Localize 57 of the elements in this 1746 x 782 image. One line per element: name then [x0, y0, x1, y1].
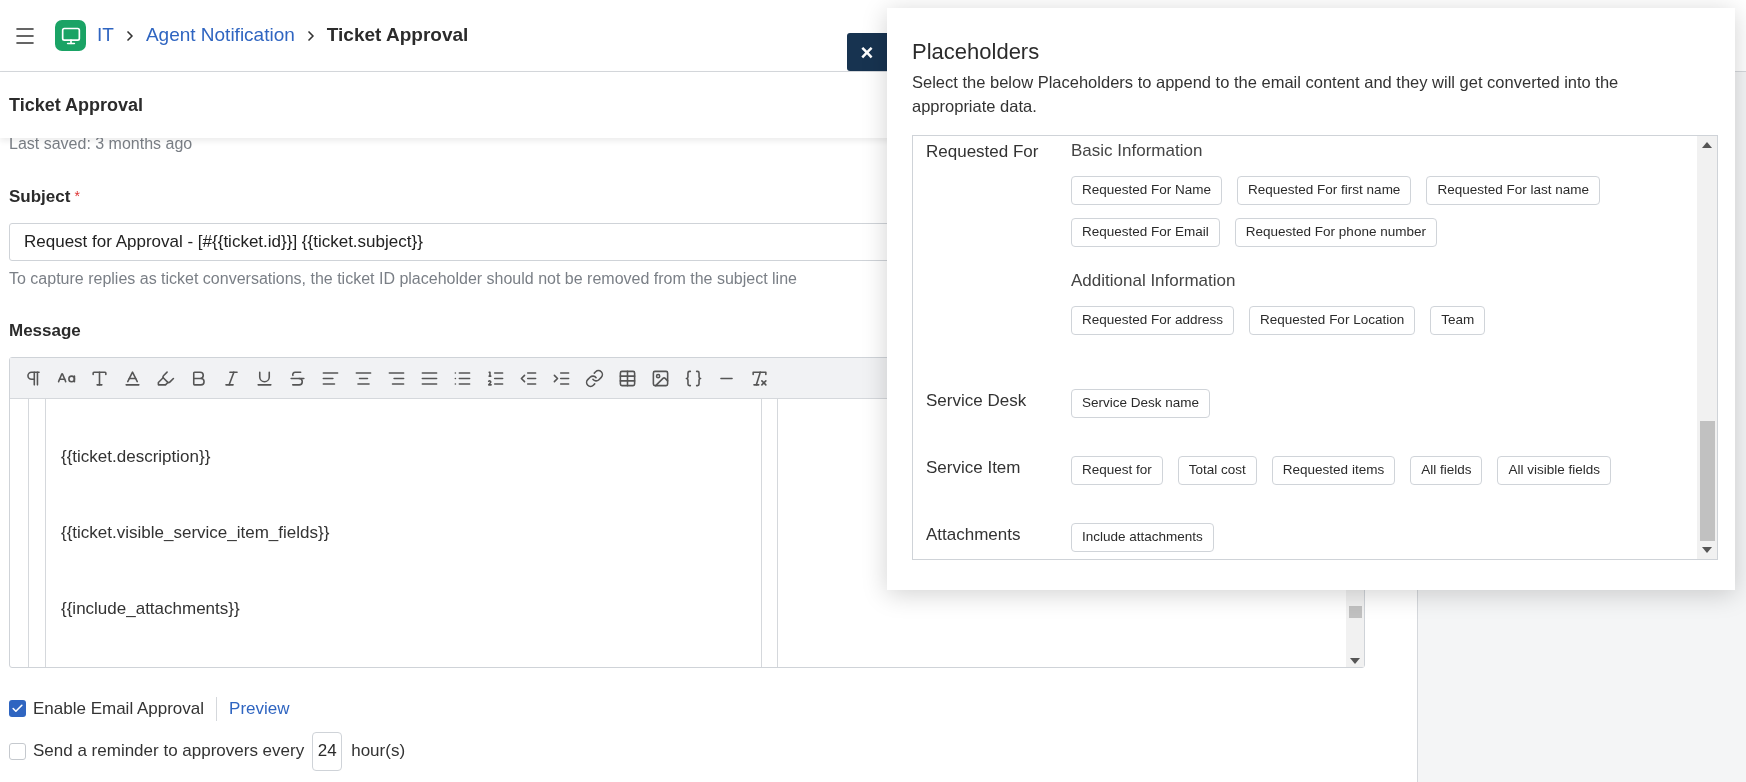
- breadcrumb-link[interactable]: Agent Notification: [145, 21, 295, 50]
- placeholder-chip[interactable]: Requested items: [1271, 456, 1396, 485]
- table-icon[interactable]: [618, 368, 637, 388]
- preview-link[interactable]: Preview: [229, 696, 290, 722]
- checkbox[interactable]: [9, 742, 26, 760]
- placeholder-chip[interactable]: Requested For Location: [1249, 306, 1416, 335]
- strikethrough-icon[interactable]: [288, 368, 307, 388]
- image-icon[interactable]: [651, 368, 670, 388]
- checkbox[interactable]: [9, 700, 26, 718]
- placeholder-chip[interactable]: Requested For address: [1071, 306, 1235, 335]
- clear-format-icon[interactable]: [750, 368, 769, 388]
- placeholder-chip[interactable]: Include attachments: [1071, 523, 1214, 552]
- paragraph-icon[interactable]: [24, 368, 43, 388]
- group-label: Service Item: [926, 458, 1021, 477]
- field-label: Subject: [9, 186, 71, 208]
- placeholder-chip[interactable]: Requested For last name: [1426, 176, 1600, 205]
- close-button[interactable]: ×: [847, 33, 887, 71]
- link-icon[interactable]: [585, 368, 604, 388]
- panel-title: Placeholders: [912, 38, 1041, 66]
- placeholder-chip[interactable]: All visible fields: [1497, 456, 1611, 485]
- underline-icon[interactable]: [255, 368, 274, 388]
- section-heading: Basic Information: [1071, 140, 1204, 162]
- code-icon[interactable]: [684, 368, 703, 388]
- breadcrumb-link[interactable]: IT: [97, 21, 114, 50]
- checkbox-label: Enable Email Approval: [33, 698, 205, 720]
- placeholder-chip[interactable]: Team: [1430, 306, 1486, 335]
- scrollbar[interactable]: [1697, 136, 1717, 559]
- placeholder-chip[interactable]: Requested For first name: [1237, 176, 1412, 205]
- editor-text-line: {{ticket.description}}: [61, 446, 212, 468]
- placeholder-chip[interactable]: Total cost: [1177, 456, 1257, 485]
- placeholder-chip[interactable]: Requested For phone number: [1234, 218, 1437, 247]
- checkbox-label: Send a reminder to approvers every: [33, 740, 305, 763]
- breadcrumb-current: Ticket Approval: [326, 23, 469, 48]
- text-color-icon[interactable]: [123, 368, 142, 388]
- section-heading: Additional Information: [1071, 270, 1237, 292]
- editor-text-line: {{include_attachments}}: [61, 598, 241, 620]
- app-logo-icon: [55, 20, 86, 51]
- hours-field[interactable]: 24: [312, 731, 343, 771]
- page-title: Ticket Approval: [9, 93, 144, 117]
- font-size-icon[interactable]: [90, 368, 109, 388]
- placeholder-chip[interactable]: Requested For Name: [1071, 176, 1223, 205]
- unit-label: hour(s): [351, 740, 406, 763]
- editor-text-line: {{ticket.visible_service_item_fields}}: [61, 522, 331, 544]
- required-mark: *: [74, 187, 80, 207]
- highlight-icon[interactable]: [156, 368, 175, 388]
- italic-icon[interactable]: [222, 368, 241, 388]
- placeholder-chip[interactable]: All fields: [1410, 456, 1483, 485]
- placeholder-chip[interactable]: Service Desk name: [1071, 389, 1211, 418]
- placeholder-chip[interactable]: Requested For Email: [1071, 218, 1220, 247]
- field-label: Message: [9, 319, 81, 342]
- placeholder-chip[interactable]: Request for: [1071, 456, 1163, 485]
- group-label: Requested For: [926, 142, 1039, 161]
- numbered-list-icon[interactable]: [486, 368, 505, 388]
- panel-description: Select the below Placeholders to append to the email content and they will get converted into the appropriate data.: [912, 72, 1620, 117]
- group-label: Service Desk: [926, 391, 1027, 410]
- group-label: Attachments: [926, 525, 1021, 544]
- hint-text: To capture replies as ticket conversations, the ticket ID placeholder should not be removed from the subject line: [9, 268, 797, 289]
